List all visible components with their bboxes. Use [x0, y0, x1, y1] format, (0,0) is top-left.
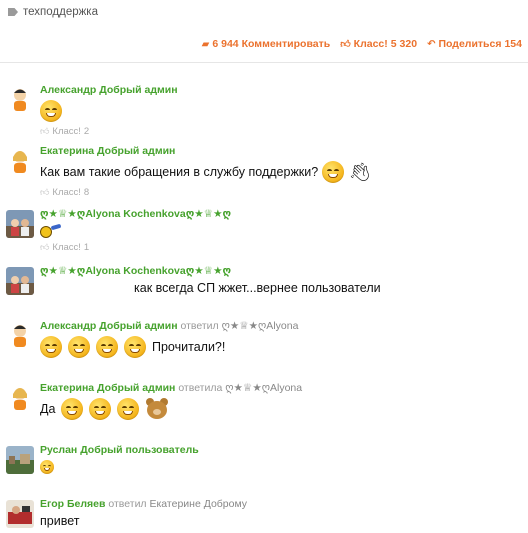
comment-label: Комментировать	[241, 38, 331, 50]
avatar[interactable]	[6, 446, 34, 474]
comment-author[interactable]: Руслан Добрый пользователь	[40, 444, 199, 456]
bee-sticker-icon	[40, 223, 62, 238]
comment-text	[40, 460, 522, 474]
reply-label: ответила	[178, 382, 223, 394]
avatar[interactable]	[6, 322, 34, 350]
comment-author[interactable]: Александр Добрый админ	[40, 84, 178, 96]
smile-emoji-icon	[89, 398, 112, 420]
share-icon: ↶	[427, 38, 436, 50]
smile-emoji-icon	[61, 398, 84, 420]
comment: Егор Беляев ответил Екатерине Доброму пр…	[6, 498, 522, 532]
comment: Александр Добрый админ 👍︎ Класс! 2	[6, 84, 522, 138]
comment-text	[40, 100, 522, 122]
bear-emoji-icon	[145, 398, 169, 420]
comment-author[interactable]: Александр Добрый админ	[40, 320, 178, 332]
comment-author[interactable]: Екатерина Добрый админ	[40, 382, 175, 394]
comment-text: Да	[40, 398, 522, 420]
klass-button[interactable]: 👍︎ Класс! 5 320	[340, 38, 417, 50]
thumb-up-icon: 👍︎	[40, 187, 50, 197]
comment-author[interactable]: Егор Беляев	[40, 498, 105, 510]
smile-emoji-icon	[96, 336, 118, 358]
klass-label: Класс!	[353, 38, 388, 50]
thumb-up-icon: 👍︎	[40, 242, 50, 252]
smile-emoji-icon	[68, 336, 90, 358]
comment: Екатерина Добрый админ ответила ღ★♕★ღAly…	[6, 382, 522, 432]
smile-emoji-icon	[124, 336, 146, 358]
avatar[interactable]	[6, 500, 34, 528]
comment-text: как всегда СП жжет...вернее пользователи	[134, 281, 381, 295]
avatar[interactable]	[6, 147, 34, 175]
comment: ღ★♕★ღAlyona Kochenkovaღ★♕★ღ 👍︎ Класс! 1	[6, 208, 522, 260]
smile-emoji-icon	[322, 161, 345, 183]
comment-like[interactable]: 👍︎ Класс! 1	[40, 242, 522, 253]
share-label: Поделиться	[438, 38, 502, 50]
share-button[interactable]: ↶ Поделиться 154	[427, 38, 522, 50]
comment-author[interactable]: Екатерина Добрый админ	[40, 145, 175, 157]
comment: Руслан Добрый пользователь	[6, 444, 522, 480]
smile-emoji-icon	[40, 100, 62, 122]
comments-count: 6 944	[212, 38, 239, 50]
comment-text	[40, 223, 522, 238]
tag-row[interactable]: техподдержка	[8, 6, 98, 18]
reply-target[interactable]: ღ★♕★ღAlyona	[222, 320, 299, 332]
comment-button[interactable]: ▰ 6 944 Комментировать	[202, 38, 331, 50]
comment: Александр Добрый админ ответил ღ★♕★ღAlyo…	[6, 320, 522, 370]
reply-target[interactable]: Екатерине Доброму	[149, 498, 247, 510]
avatar[interactable]	[6, 267, 34, 295]
thumb-up-icon: 👍︎	[340, 39, 351, 50]
avatar[interactable]	[6, 210, 34, 238]
divider	[0, 62, 528, 63]
comment-text: Как вам такие обращения в службу поддерж…	[40, 161, 372, 183]
comment-like[interactable]: 👍︎ Класс! 8	[40, 187, 522, 198]
klass-count: 5 320	[390, 38, 418, 50]
reply-label: ответил	[108, 498, 147, 510]
comment-text: Прочитали?!	[40, 336, 522, 358]
tag-icon	[8, 8, 18, 16]
smile-emoji-icon	[40, 336, 62, 358]
thumb-up-icon: 👍︎	[40, 126, 50, 136]
comment: ღ★♕★ღAlyona Kochenkovaღ★♕★ღ как всегда С…	[6, 265, 522, 305]
waving-hand-icon: 👋︎	[348, 162, 372, 182]
comment-icon: ▰	[201, 38, 210, 50]
share-count: 154	[504, 38, 522, 50]
comment: Екатерина Добрый админ Как вам такие обр…	[6, 145, 522, 201]
reply-label: ответил	[180, 320, 219, 332]
comment-like[interactable]: 👍︎ Класс! 2	[40, 126, 522, 137]
comment-author[interactable]: ღ★♕★ღAlyona Kochenkovaღ★♕★ღ	[40, 208, 231, 220]
avatar[interactable]	[6, 384, 34, 412]
tag-label[interactable]: техподдержка	[23, 6, 98, 18]
reply-target[interactable]: ღ★♕★ღAlyona	[225, 382, 302, 394]
comment-text: привет	[40, 514, 80, 528]
laughing-emoji-icon	[40, 460, 54, 474]
avatar[interactable]	[6, 86, 34, 114]
comment-author[interactable]: ღ★♕★ღAlyona Kochenkovaღ★♕★ღ	[40, 265, 231, 277]
post-actions: ▰ 6 944 Комментировать 👍︎ Класс! 5 320 ↶…	[202, 38, 522, 50]
smile-emoji-icon	[117, 398, 140, 420]
